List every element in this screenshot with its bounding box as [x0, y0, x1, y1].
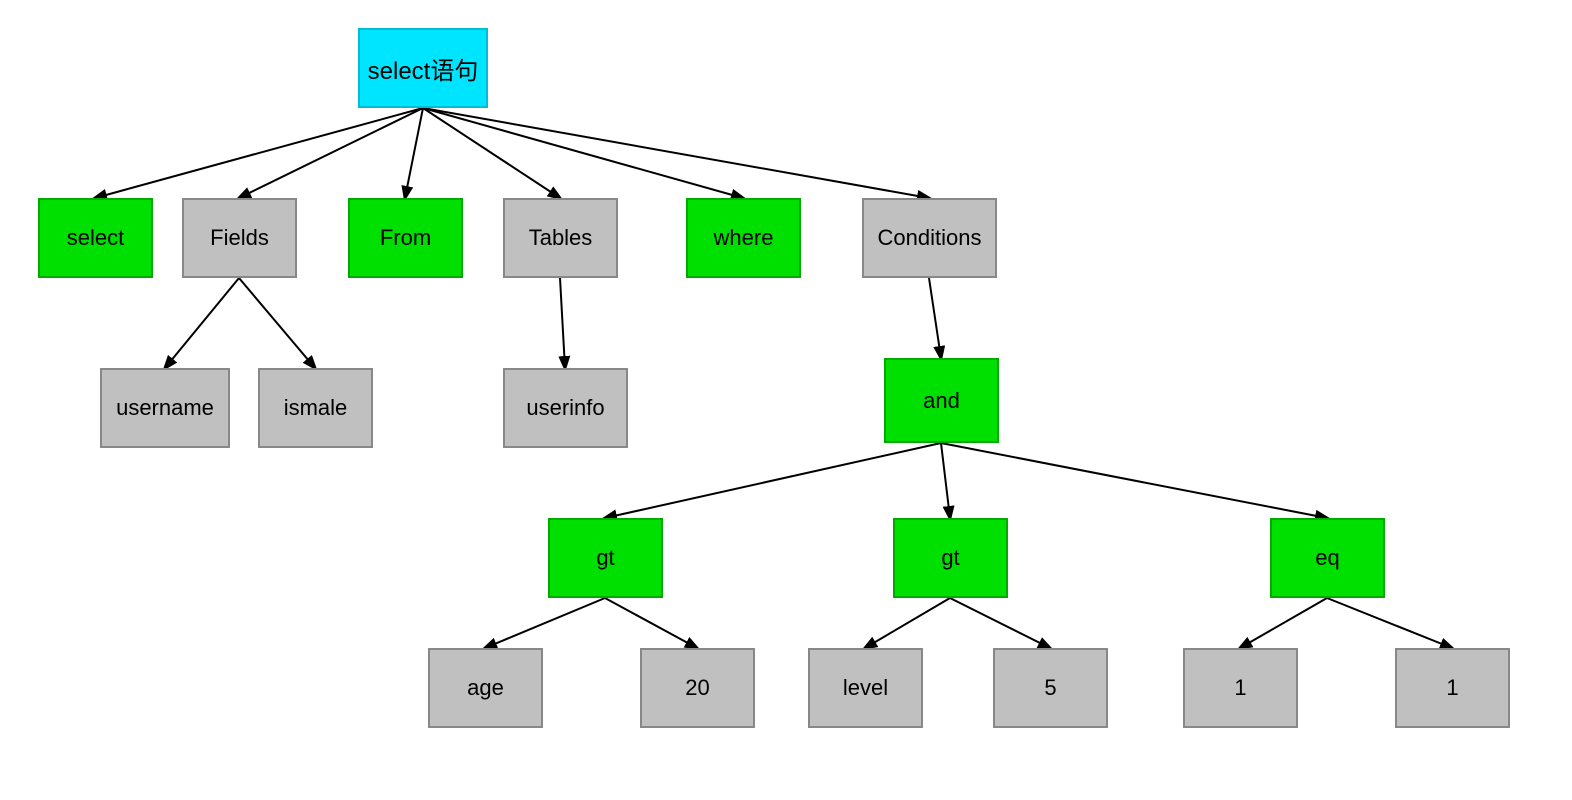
node-20: 20 [640, 648, 755, 728]
node-level: level [808, 648, 923, 728]
node-ismale: ismale [258, 368, 373, 448]
node-gt2: gt [893, 518, 1008, 598]
node-gt1: gt [548, 518, 663, 598]
node-5: 5 [993, 648, 1108, 728]
node-userinfo: userinfo [503, 368, 628, 448]
node-1a: 1 [1183, 648, 1298, 728]
node-age: age [428, 648, 543, 728]
tree-lines [0, 0, 1572, 800]
node-1b: 1 [1395, 648, 1510, 728]
node-fields: Fields [182, 198, 297, 278]
node-and: and [884, 358, 999, 443]
tree-container: select语句 select Fields From Tables where… [0, 0, 1572, 800]
node-tables: Tables [503, 198, 618, 278]
node-select: select [38, 198, 153, 278]
node-conditions: Conditions [862, 198, 997, 278]
node-eq: eq [1270, 518, 1385, 598]
node-where: where [686, 198, 801, 278]
node-from: From [348, 198, 463, 278]
node-root: select语句 [358, 28, 488, 108]
node-username: username [100, 368, 230, 448]
